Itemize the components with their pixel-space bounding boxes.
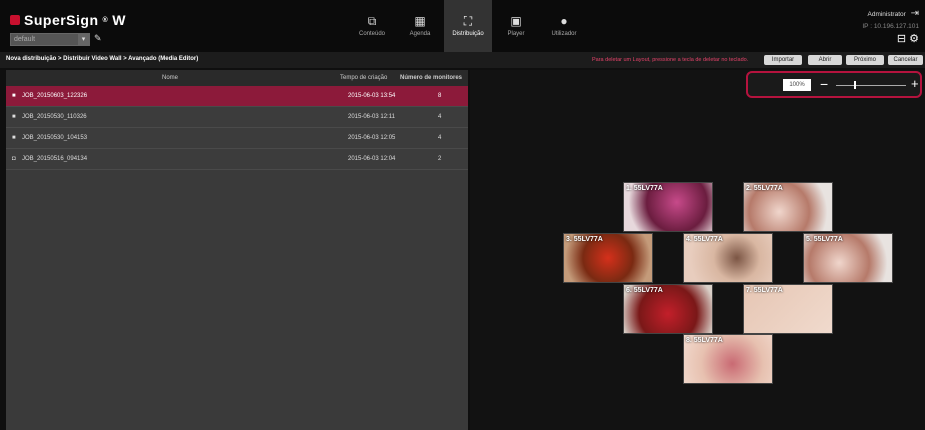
- next-button[interactable]: Próximo: [846, 55, 884, 65]
- nav-schedule-label: Agenda: [409, 31, 431, 37]
- nav-distribution[interactable]: ⛶ Distribuição: [444, 0, 492, 52]
- row-time: 2015-06-03 12:11: [348, 114, 395, 120]
- open-button[interactable]: Abrir: [808, 55, 842, 65]
- monitor-tile[interactable]: 2. 55LV77A: [743, 182, 833, 232]
- nav-content-label: Conteúdo: [358, 31, 386, 37]
- user-name[interactable]: Administrator: [868, 11, 906, 18]
- monitor-label: 1. 55LV77A: [626, 185, 663, 192]
- monitor-tile[interactable]: 4. 55LV77A: [683, 233, 773, 283]
- monitor-tile[interactable]: 3. 55LV77A: [563, 233, 653, 283]
- monitor-label: 3. 55LV77A: [566, 236, 603, 243]
- distribution-icon: ⛶: [463, 14, 473, 28]
- image-icon: ◘: [12, 156, 16, 162]
- nav-user[interactable]: ● Utilizador: [540, 0, 588, 52]
- column-time[interactable]: Tempo de criação: [340, 75, 387, 81]
- layout-preview[interactable]: 1. 55LV77A 2. 55LV77A 3. 55LV77A 4. 55LV…: [470, 70, 925, 430]
- monitor-label: 2. 55LV77A: [746, 185, 783, 192]
- video-icon: ■: [12, 114, 16, 120]
- zoom-slider-track[interactable]: [836, 85, 906, 86]
- zoom-slider-thumb[interactable]: [854, 81, 856, 89]
- monitor-tile[interactable]: 8. 55LV77A: [683, 334, 773, 384]
- nav-distribution-label: Distribuição: [452, 31, 484, 37]
- sub-toolbar: Nova distribuição > Distribuir Video Wal…: [0, 52, 925, 68]
- row-name: JOB_20150603_122326: [22, 93, 88, 99]
- monitor-label: 6. 55LV77A: [626, 287, 663, 294]
- row-count: 4: [438, 114, 442, 120]
- user-icon: ●: [560, 14, 568, 28]
- zoom-control: 100% − +: [746, 71, 922, 98]
- nav-user-label: Utilizador: [551, 31, 577, 37]
- row-time: 2015-06-03 13:54: [348, 93, 396, 99]
- chevron-down-icon: ▾: [78, 34, 89, 45]
- nav-player[interactable]: ▣ Player: [492, 0, 540, 52]
- content-icon: ⧉: [367, 14, 377, 28]
- column-name[interactable]: Nome: [162, 75, 178, 81]
- row-time: 2015-06-03 12:04: [348, 156, 396, 162]
- import-button[interactable]: Importar: [764, 55, 802, 65]
- gear-icon[interactable]: ⚙: [909, 33, 919, 45]
- nav-schedule[interactable]: ▦ Agenda: [396, 0, 444, 52]
- cancel-button[interactable]: Cancelar: [888, 55, 923, 65]
- monitor-tile[interactable]: 6. 55LV77A: [623, 284, 713, 334]
- row-count: 8: [438, 93, 442, 99]
- table-header: Nome Tempo de criação Número de monitore…: [6, 70, 468, 86]
- row-count: 2: [438, 156, 442, 162]
- table-row[interactable]: ■ JOB_20150530_110326 2015-06-03 12:11 4: [6, 107, 468, 128]
- monitor-label: 8. 55LV77A: [686, 337, 723, 344]
- video-icon: ■: [12, 135, 16, 141]
- calendar-icon: ▦: [414, 14, 426, 28]
- group-select[interactable]: default ▾: [10, 33, 90, 46]
- breadcrumb: Nova distribuição > Distribuir Video Wal…: [6, 56, 199, 62]
- job-list: Nome Tempo de criação Número de monitore…: [6, 70, 468, 430]
- player-icon: ▣: [510, 14, 522, 28]
- monitor-tile[interactable]: 5. 55LV77A: [803, 233, 893, 283]
- zoom-in-icon[interactable]: +: [911, 75, 919, 93]
- group-select-value: default: [14, 36, 36, 43]
- logo-mark-icon: [10, 15, 20, 25]
- monitor-tile[interactable]: 7. 55LV77A: [743, 284, 833, 334]
- row-name: JOB_20150516_094134: [22, 156, 88, 162]
- logout-icon[interactable]: ⇥: [911, 8, 919, 19]
- app-title-suffix: W: [112, 12, 126, 28]
- zoom-out-icon[interactable]: −: [820, 75, 828, 93]
- monitor-icon[interactable]: ⊟: [897, 33, 906, 45]
- monitor-label: 7. 55LV77A: [746, 287, 783, 294]
- app-title: SuperSign: [24, 12, 99, 28]
- row-name: JOB_20150530_104153: [22, 135, 88, 141]
- monitor-tile[interactable]: 1. 55LV77A: [623, 182, 713, 232]
- nav-player-label: Player: [507, 31, 525, 37]
- monitor-label: 5. 55LV77A: [806, 236, 843, 243]
- top-bar: SuperSign ® W default ▾ ✎ ⧉ Conteúdo ▦ Ag…: [0, 0, 925, 52]
- table-row[interactable]: ◘ JOB_20150516_094134 2015-06-03 12:04 2: [6, 149, 468, 170]
- row-time: 2015-06-03 12:05: [348, 135, 396, 141]
- row-name: JOB_20150530_110326: [22, 114, 87, 120]
- column-count[interactable]: Número de monitores: [400, 75, 462, 81]
- monitor-label: 4. 55LV77A: [686, 236, 723, 243]
- user-area: Administrator ⇥ IP : 10.196.127.101 ⊟ ⚙: [862, 8, 919, 45]
- edit-group-icon[interactable]: ✎: [94, 33, 102, 44]
- main-nav: ⧉ Conteúdo ▦ Agenda ⛶ Distribuição ▣ Pla…: [348, 0, 588, 52]
- nav-content[interactable]: ⧉ Conteúdo: [348, 0, 396, 52]
- delete-hint: Para deletar um Layout, pressione a tecl…: [592, 57, 749, 63]
- video-icon: ■: [12, 93, 16, 99]
- zoom-value[interactable]: 100%: [783, 79, 811, 91]
- row-count: 4: [438, 135, 442, 141]
- table-row[interactable]: ■ JOB_20150603_122326 2015-06-03 13:54 8: [6, 86, 468, 107]
- ip-address: IP : 10.196.127.101: [862, 23, 919, 30]
- app-logo: SuperSign ® W: [10, 12, 126, 28]
- table-row[interactable]: ■ JOB_20150530_104153 2015-06-03 12:05 4: [6, 128, 468, 149]
